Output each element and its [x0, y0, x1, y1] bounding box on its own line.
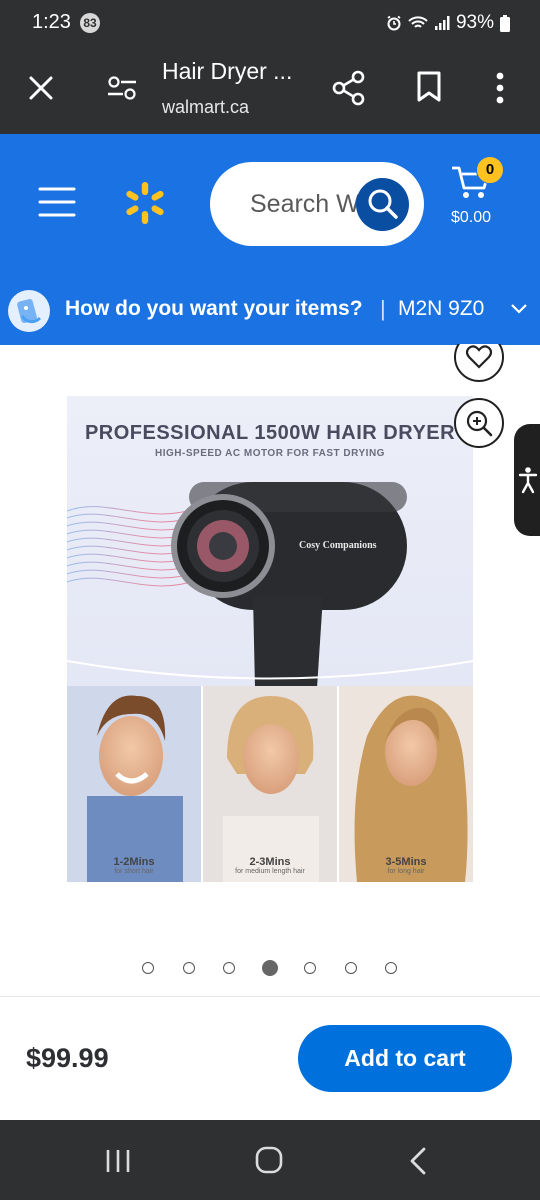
system-navigation-bar — [0, 1120, 540, 1200]
chevron-down-icon — [511, 305, 527, 315]
favorite-button[interactable] — [454, 332, 504, 382]
panel-desc: for short hair — [114, 868, 154, 875]
accessibility-icon — [518, 467, 538, 494]
cart-total: $0.00 — [451, 209, 492, 226]
product-price: $99.99 — [26, 1043, 109, 1073]
postal-code: M2N 9Z0 — [398, 298, 485, 321]
purchase-bar: $99.99 Add to cart — [0, 996, 540, 1121]
carousel-dot[interactable] — [223, 962, 235, 974]
zoom-in-icon — [466, 410, 493, 437]
panel-time: 3-5Mins — [385, 856, 427, 868]
delivery-separator: | — [380, 297, 386, 322]
zoom-button[interactable] — [454, 398, 504, 448]
product-image[interactable]: PROFESSIONAL 1500W HAIR DRYER HIGH-SPEED… — [67, 396, 473, 882]
image-headline: PROFESSIONAL 1500W HAIR DRYER — [84, 422, 456, 444]
battery-percent: 93% — [455, 12, 494, 33]
accessibility-tab[interactable] — [514, 424, 540, 536]
back-icon[interactable] — [408, 1146, 428, 1176]
bookmark-icon[interactable] — [416, 71, 442, 103]
browser-toolbar: Hair Dryer ... walmart.ca — [0, 46, 540, 134]
alarm-icon — [387, 15, 401, 31]
notification-count-badge: 83 — [80, 13, 100, 33]
close-icon[interactable] — [28, 75, 54, 101]
panel-caption-long: 3-5Mins for long hair — [339, 856, 473, 875]
delivery-question: How do you want your items? — [65, 298, 363, 321]
status-bar: 1:23 83 93% — [0, 0, 540, 46]
panel-caption-medium: 2-3Mins for medium length hair — [203, 856, 337, 875]
home-icon[interactable] — [254, 1145, 284, 1175]
panel-time: 1-2Mins — [113, 856, 155, 868]
menu-icon[interactable] — [38, 186, 76, 218]
search-input[interactable]: Search Walmart — [210, 162, 424, 246]
site-header: Search Walmart 0 $0.00 — [0, 134, 540, 276]
signal-icon — [434, 16, 450, 30]
cart-count-badge: 0 — [476, 156, 504, 184]
carousel-dot[interactable] — [142, 962, 154, 974]
search-icon — [368, 189, 398, 219]
dryer-brand-label: Cosy Companions — [299, 540, 377, 551]
search-placeholder: Search Walmart — [250, 190, 368, 218]
carousel-dot[interactable] — [385, 962, 397, 974]
page-url: walmart.ca — [162, 97, 250, 117]
status-time: 1:23 — [32, 11, 71, 33]
heart-icon — [465, 345, 493, 369]
search-button[interactable] — [356, 178, 409, 231]
walmart-spark-icon[interactable] — [122, 180, 168, 226]
carousel-dot-active[interactable] — [261, 960, 278, 976]
add-to-cart-button[interactable]: Add to cart — [298, 1025, 512, 1092]
more-options-icon[interactable] — [494, 72, 506, 104]
panel-desc: for long hair — [387, 868, 425, 875]
site-settings-icon[interactable] — [106, 74, 138, 102]
wifi-icon — [408, 16, 428, 28]
image-subheadline: HIGH-SPEED AC MOTOR FOR FAST DRYING — [155, 448, 385, 459]
status-icons: 93% — [386, 12, 510, 34]
carousel-dot[interactable] — [182, 962, 195, 974]
recent-apps-icon[interactable] — [104, 1148, 132, 1174]
battery-icon — [500, 14, 510, 32]
carousel-dot[interactable] — [304, 962, 316, 974]
panel-desc: for medium length hair — [235, 868, 305, 875]
panel-time: 2-3Mins — [249, 856, 291, 868]
delivery-illustration-icon — [8, 291, 50, 333]
product-photo-illustration — [67, 396, 473, 882]
panel-caption-short: 1-2Mins for short hair — [67, 856, 201, 875]
carousel-dot[interactable] — [344, 962, 357, 974]
share-icon[interactable] — [332, 70, 366, 106]
page-title: Hair Dryer ... — [162, 58, 293, 84]
